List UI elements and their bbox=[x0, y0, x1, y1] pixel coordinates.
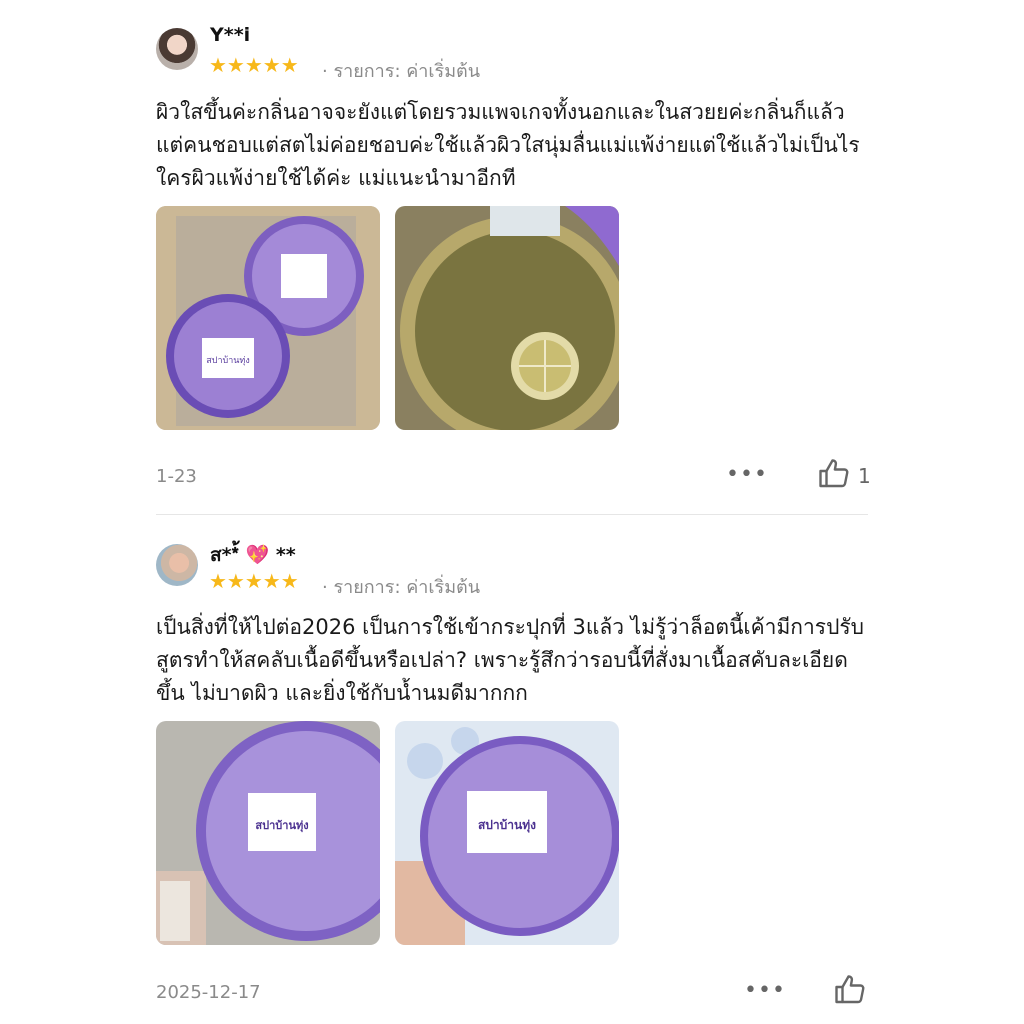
like-button[interactable] bbox=[832, 972, 868, 1012]
review-photo[interactable]: สปาบ้านทุ่ง bbox=[395, 721, 619, 945]
star-rating: ★★★★★ bbox=[209, 53, 299, 77]
product-label-text: สปาบ้านทุ่ง bbox=[206, 355, 250, 366]
reviewer-name[interactable]: ส**้ 💖 ** bbox=[210, 540, 296, 570]
more-options-button[interactable]: ••• bbox=[744, 978, 786, 1003]
thumbs-up-icon bbox=[819, 459, 849, 488]
like-count: 1 bbox=[858, 464, 871, 488]
avatar[interactable] bbox=[156, 28, 198, 70]
like-button[interactable] bbox=[816, 456, 852, 496]
more-options-button[interactable]: ••• bbox=[726, 462, 768, 487]
review-date: 2025-12-17 bbox=[156, 982, 261, 1003]
divider bbox=[156, 514, 868, 515]
reviewer-name[interactable]: Y**i bbox=[210, 24, 250, 46]
review-date: 1-23 bbox=[156, 466, 197, 487]
variant-label: · รายการ: ค่าเริ่มต้น bbox=[322, 61, 481, 82]
review-text: เป็นสิ่งที่ให้ไปต่อ2026 เป็นการใช้เข้ากร… bbox=[156, 615, 865, 705]
star-rating: ★★★★★ bbox=[209, 569, 299, 593]
avatar[interactable] bbox=[156, 544, 198, 586]
review-photo[interactable] bbox=[395, 206, 619, 430]
product-label-text: สปาบ้านทุ่ง bbox=[478, 818, 536, 833]
review-photo[interactable]: สปาบ้านทุ่ง bbox=[156, 206, 380, 430]
variant-label: · รายการ: ค่าเริ่มต้น bbox=[322, 577, 481, 598]
product-label-text: สปาบ้านทุ่ง bbox=[255, 819, 308, 833]
thumbs-up-icon bbox=[835, 975, 865, 1004]
review-text: ผิวใสขึ้นค่ะกลิ่นอาจจะยังแต่โดยรวมแพจเกจ… bbox=[156, 100, 860, 190]
review-photo[interactable]: สปาบ้านทุ่ง bbox=[156, 721, 380, 945]
